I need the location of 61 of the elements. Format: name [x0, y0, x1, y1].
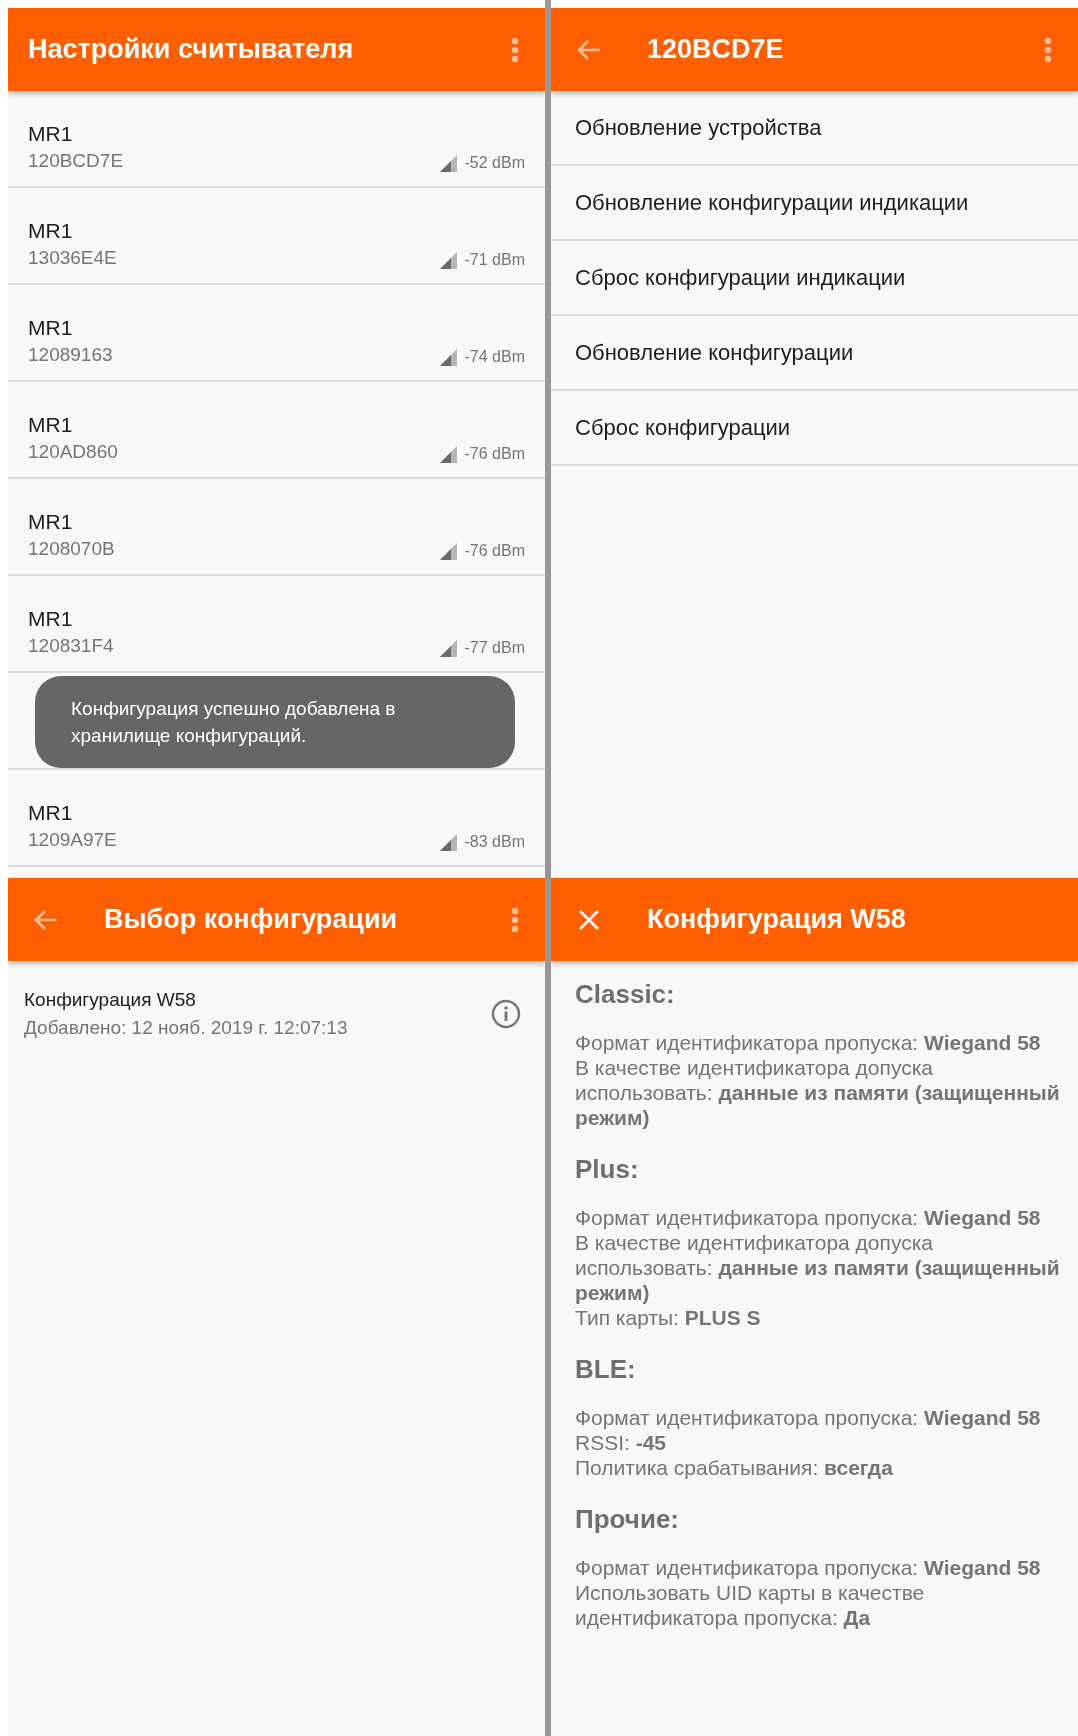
reader-id: 13036E4E [28, 247, 117, 269]
section-heading: Прочие: [575, 1504, 679, 1535]
section-heading: Classic: [575, 979, 675, 1010]
screen-title: Выбор конфигурации [104, 904, 399, 935]
signal-strength: -74 dBm [464, 348, 525, 366]
more-options-icon [511, 906, 519, 933]
reader-model: MR1 [28, 219, 73, 243]
menu-item[interactable]: Сброс конфигурации [551, 391, 1078, 466]
setting-text: Тип карты: PLUS S [575, 1305, 761, 1330]
signal-strength: -77 dBm [464, 639, 525, 657]
screen-title: 120BCD7E [647, 34, 785, 65]
menu-item[interactable]: Обновление конфигурации индикации [551, 166, 1078, 241]
setting-text: Использовать UID карты в качестве идентификатора пропуска: Да [575, 1580, 926, 1630]
setting-text: Формат идентификатора пропуска: Wiegand 58 [575, 1555, 1041, 1580]
config-date: Добавлено: 12 нояб. 2019 г. 12:07:13 [24, 1017, 348, 1039]
setting-text: В качестве идентификатора допуска использовать: данные из памяти (защищенный режим) [575, 1230, 1061, 1305]
menu-item[interactable]: Обновление конфигурации [551, 316, 1078, 391]
reader-id: 120AD860 [28, 441, 118, 463]
signal-strength: -76 dBm [464, 445, 525, 463]
reader-id: 120831F4 [28, 635, 114, 657]
reader-id: 1209A97E [28, 829, 117, 851]
setting-text: Формат идентификатора пропуска: Wiegand 58 [575, 1405, 1041, 1430]
more-options-icon [1044, 36, 1052, 63]
reader-model: MR1 [28, 607, 73, 631]
close-icon [578, 908, 600, 931]
signal-strength: -71 dBm [464, 251, 525, 269]
signal-icon [439, 834, 457, 851]
signal-icon [439, 252, 457, 269]
toast-message: Конфигурация успешно добавлена в хранилище конфигураций. [71, 697, 397, 748]
setting-text: В качестве идентификатора допуска использовать: данные из памяти (защищенный режим) [575, 1055, 1061, 1130]
setting-text: Формат идентификатора пропуска: Wiegand 58 [575, 1205, 1041, 1230]
config-name[interactable]: Конфигурация W58 [24, 989, 196, 1011]
signal-icon [439, 640, 457, 657]
info-icon[interactable] [491, 999, 521, 1029]
signal-icon [439, 543, 457, 560]
section-heading: Plus: [575, 1154, 639, 1185]
reader-model: MR1 [28, 316, 73, 340]
signal-icon [439, 446, 457, 463]
reader-model: MR1 [28, 122, 73, 146]
screen-title: Настройки считывателя [28, 34, 355, 65]
section-heading: BLE: [575, 1354, 636, 1385]
reader-id: 12089163 [28, 344, 113, 366]
menu-item[interactable]: Обновление устройства [551, 91, 1078, 166]
reader-model: MR1 [28, 413, 73, 437]
screen-title: Конфигурация W58 [647, 904, 907, 935]
signal-icon [439, 155, 457, 172]
signal-strength: -76 dBm [464, 542, 525, 560]
signal-strength: -52 dBm [464, 154, 525, 172]
reader-id: 1208070B [28, 538, 115, 560]
reader-model: MR1 [28, 510, 73, 534]
more-options-icon [511, 36, 519, 63]
setting-text: Политика срабатывания: всегда [575, 1455, 893, 1480]
signal-icon [439, 349, 457, 366]
setting-text: RSSI: -45 [575, 1430, 667, 1455]
menu-item[interactable]: Сброс конфигурации индикации [551, 241, 1078, 316]
signal-strength: -83 dBm [464, 833, 525, 851]
back-arrow-icon [576, 37, 602, 62]
back-arrow-icon [33, 907, 59, 932]
reader-model: MR1 [28, 801, 73, 825]
reader-id: 120BCD7E [28, 150, 124, 172]
setting-text: Формат идентификатора пропуска: Wiegand 58 [575, 1030, 1041, 1055]
